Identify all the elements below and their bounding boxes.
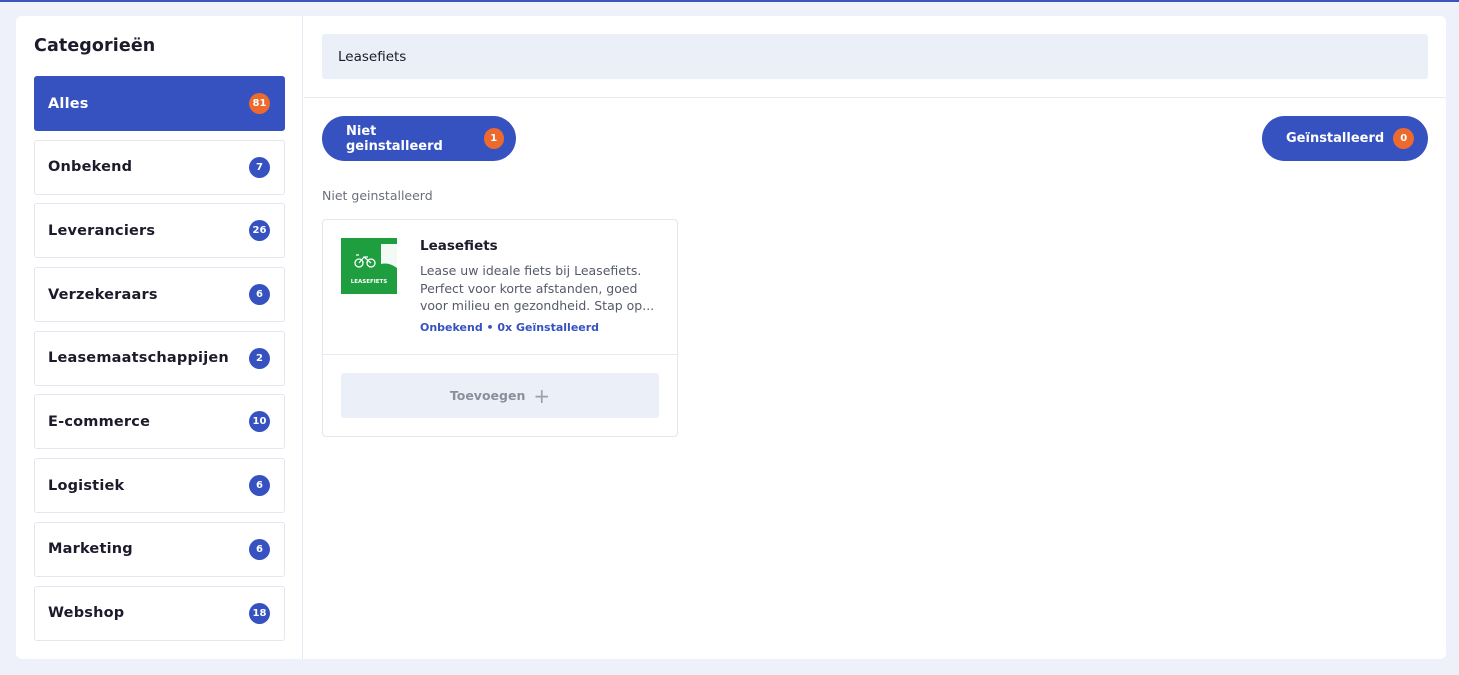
count-badge: 2 — [249, 347, 270, 369]
search-input[interactable] — [322, 34, 1428, 79]
description-line: voor milieu en gezondheid. Stap op... — [420, 298, 655, 313]
add-button-label: Toevoegen — [449, 388, 526, 403]
category-item-logistiek[interactable]: Logistiek 6 — [34, 458, 285, 514]
category-item-onbekend[interactable]: Onbekend 7 — [34, 139, 285, 195]
category-label: Leasemaatschappijen — [48, 350, 229, 367]
filter-installed-button[interactable]: Geïnstalleerd 0 — [1262, 116, 1428, 161]
count-badge: 1 — [483, 128, 504, 149]
category-label: Alles — [48, 95, 89, 112]
filter-not-installed-button[interactable]: Niet geinstalleerd 1 — [322, 116, 516, 161]
card-meta: Onbekend • 0x Geïnstalleerd — [420, 321, 600, 334]
count-badge: 18 — [249, 602, 270, 624]
add-button[interactable]: Toevoegen + — [341, 373, 659, 418]
filter-label: Geïnstalleerd — [1286, 131, 1385, 146]
category-sidebar: Categorieën Alles 81 Onbekend 7 Leveranc… — [16, 16, 303, 659]
divider — [304, 97, 1446, 98]
count-badge: 0 — [1393, 128, 1415, 149]
category-label: Marketing — [48, 541, 133, 558]
main-content: Niet geinstalleerd 1 Geïnstalleerd 0 Nie… — [304, 16, 1446, 659]
category-item-leasemaatschappijen[interactable]: Leasemaatschappijen 2 — [34, 330, 285, 386]
leasefiets-logo: LEASEFIETS — [341, 238, 397, 294]
category-item-verzekeraars[interactable]: Verzekeraars 6 — [34, 267, 285, 323]
description-line: Perfect voor korte afstanden, goed — [420, 280, 638, 296]
count-badge: 10 — [249, 411, 270, 433]
count-badge: 6 — [249, 475, 270, 497]
category-list: Alles 81 Onbekend 7 Leveranciers 26 Verz… — [34, 76, 285, 649]
count-badge: 26 — [249, 220, 270, 242]
category-label: Verzekeraars — [48, 286, 158, 303]
category-label: Leveranciers — [48, 222, 156, 239]
card-divider — [323, 354, 677, 355]
category-label: Onbekend — [48, 159, 133, 176]
category-label: Logistiek — [48, 477, 125, 494]
category-item-webshop[interactable]: Webshop 18 — [34, 585, 285, 641]
section-label: Niet geinstalleerd — [322, 188, 433, 203]
category-item-e-commerce[interactable]: E-commerce 10 — [34, 394, 285, 450]
logo-text: LEASEFIETS — [351, 279, 388, 285]
count-badge: 81 — [249, 93, 270, 114]
category-item-alles[interactable]: Alles 81 — [34, 76, 285, 131]
filter-label: Niet geinstalleerd — [346, 123, 443, 154]
category-label: Webshop — [48, 605, 125, 621]
plus-icon: + — [533, 383, 551, 408]
category-item-leveranciers[interactable]: Leveranciers 26 — [34, 203, 285, 259]
integration-card: LEASEFIETS Leasefiets Lease uw ideale fi… — [322, 219, 678, 437]
card-title: Leasefiets — [420, 238, 498, 254]
top-accent-line — [0, 0, 1459, 2]
card-description: Lease uw ideale fiets bij Leasefiets. Pe… — [420, 262, 662, 315]
description-line: Lease uw ideale fiets bij Leasefiets. — [420, 263, 642, 278]
count-badge: 6 — [249, 538, 270, 560]
count-badge: 7 — [249, 156, 270, 178]
category-label: E-commerce — [48, 413, 151, 430]
bicycle-icon: LEASEFIETS — [341, 238, 397, 294]
main-panel: Categorieën Alles 81 Onbekend 7 Leveranc… — [16, 16, 1446, 659]
category-item-marketing[interactable]: Marketing 6 — [34, 521, 285, 577]
count-badge: 6 — [249, 284, 270, 306]
sidebar-title: Categorieën — [34, 36, 156, 56]
